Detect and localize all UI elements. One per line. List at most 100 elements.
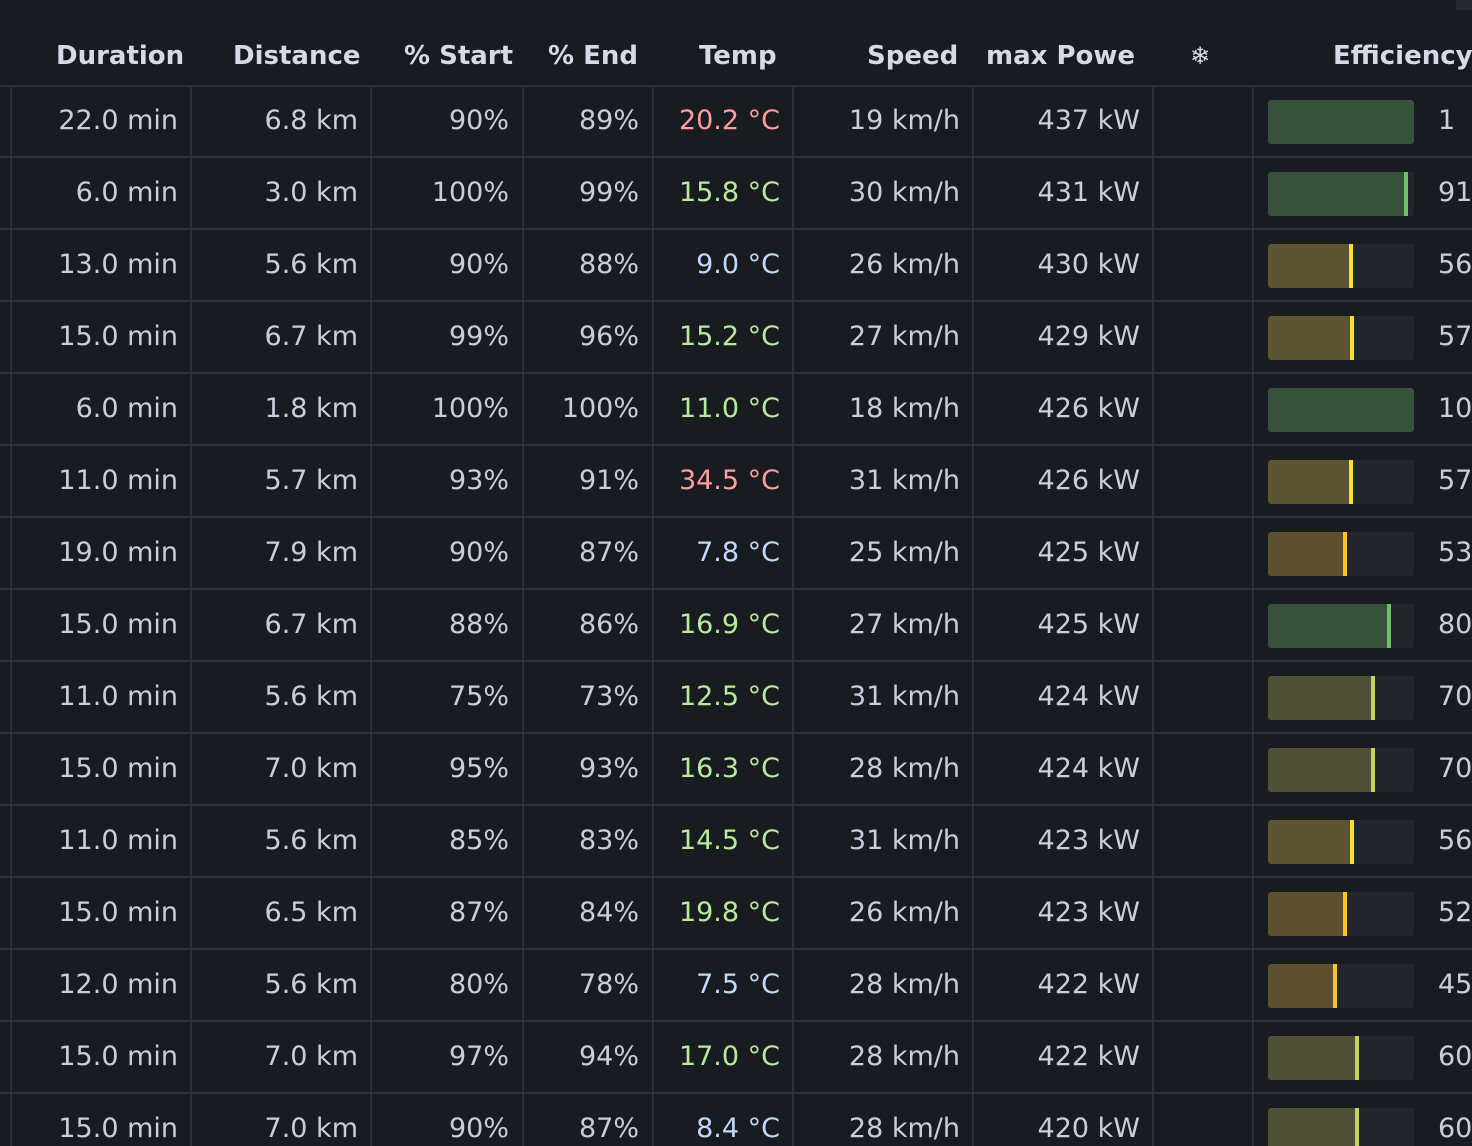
cell-speed: 26 km/h [792,878,973,948]
table-row[interactable]: 11.0 min 5.6 km 85% 83% 14.5 °C 31 km/h 423 kW… [0,806,1472,878]
efficiency-bar-fill [1268,172,1408,216]
efficiency-bar-fill [1268,1036,1359,1080]
table-row[interactable]: 15.0 min 7.0 km 95% 93% 16.3 °C 28 km/h 424 kW… [0,734,1472,806]
table-row[interactable]: 15.0 min 6.7 km 99% 96% 15.2 °C 27 km/h 429 kW… [0,302,1472,374]
cell-snow [1152,86,1253,156]
snowflake-icon[interactable]: ❄ [1152,28,1248,85]
header-distance[interactable]: Distance [233,28,361,85]
efficiency-bar [1268,676,1414,720]
cell-efficiency: 56. [1252,806,1472,876]
header-max-power[interactable]: max Power [986,28,1134,85]
cell-start: 100% [370,158,523,228]
cell-distance: 6.7 km [190,302,371,372]
cell-start: 87% [370,878,523,948]
efficiency-bar-fill [1268,604,1391,648]
cell-efficiency: 70. [1252,662,1472,732]
cell-max-power: 430 kW [972,230,1153,300]
cell-distance: 5.7 km [190,446,371,516]
table-row[interactable]: 13.0 min 5.6 km 90% 88% 9.0 °C 26 km/h 430 kW 5… [0,230,1472,302]
table-header: Duration Distance % Start % End Temp Spe… [0,28,1472,87]
table-row[interactable]: 22.0 min 6.8 km 90% 89% 20.2 °C 19 km/h 437 kW… [0,86,1472,158]
cell-snow [1152,374,1253,444]
cell-efficiency: 70 [1252,734,1472,804]
cell-duration: 12.0 min [10,950,191,1020]
cell-snow [1152,230,1253,300]
cell-start: 99% [370,302,523,372]
cell-speed: 28 km/h [792,950,973,1020]
cell-temp: 34.5 °C [652,446,793,516]
efficiency-bar [1268,1108,1414,1146]
cell-temp: 15.8 °C [652,158,793,228]
header-temp[interactable]: Temp [699,28,777,85]
cell-efficiency: 53. [1252,518,1472,588]
cell-max-power: 422 kW [972,950,1153,1020]
cell-temp: 9.0 °C [652,230,793,300]
header-duration[interactable]: Duration [56,28,184,85]
header-efficiency[interactable]: Efficiency [1333,28,1472,85]
header-start[interactable]: % Start [404,28,513,85]
cell-speed: 30 km/h [792,158,973,228]
efficiency-value: 57 [1438,321,1472,352]
cell-end: 100% [522,374,653,444]
table-row[interactable]: 15.0 min 7.0 km 90% 87% 8.4 °C 28 km/h 420 kW 6… [0,1094,1472,1146]
cell-snow [1152,662,1253,732]
cell-start: 97% [370,1022,523,1092]
efficiency-bar [1268,460,1414,504]
drives-table: Duration Distance % Start % End Temp Spe… [0,0,1472,1146]
cell-duration: 11.0 min [10,662,191,732]
efficiency-bar-fill [1268,820,1354,864]
efficiency-bar-fill [1268,316,1354,360]
cell-end: 73% [522,662,653,732]
cell-snow [1152,950,1253,1020]
cell-efficiency: 57 [1252,302,1472,372]
table-row[interactable]: 15.0 min 6.7 km 88% 86% 16.9 °C 27 km/h 425 kW… [0,590,1472,662]
cell-distance: 1.8 km [190,374,371,444]
table-row[interactable]: 11.0 min 5.6 km 75% 73% 12.5 °C 31 km/h 424 kW… [0,662,1472,734]
cell-speed: 28 km/h [792,1022,973,1092]
table-row[interactable]: 6.0 min 3.0 km 100% 99% 15.8 °C 30 km/h 431 kW… [0,158,1472,230]
cell-duration: 11.0 min [10,446,191,516]
cell-max-power: 426 kW [972,446,1153,516]
efficiency-bar [1268,820,1414,864]
table-row[interactable]: 11.0 min 5.7 km 93% 91% 34.5 °C 31 km/h 426 kW… [0,446,1472,518]
table-row[interactable]: 15.0 min 6.5 km 87% 84% 19.8 °C 26 km/h 423 kW… [0,878,1472,950]
cell-snow [1152,734,1253,804]
cell-duration: 15.0 min [10,734,191,804]
cell-distance: 5.6 km [190,806,371,876]
efficiency-bar-fill [1268,100,1414,144]
table-row[interactable]: 15.0 min 7.0 km 97% 94% 17.0 °C 28 km/h 422 kW… [0,1022,1472,1094]
cell-end: 86% [522,590,653,660]
header-end[interactable]: % End [548,28,638,85]
efficiency-bar-fill [1268,388,1414,432]
cell-end: 89% [522,86,653,156]
cell-temp: 7.8 °C [652,518,793,588]
cell-efficiency: 10 [1252,374,1472,444]
cell-temp: 11.0 °C [652,374,793,444]
efficiency-bar [1268,388,1414,432]
cell-max-power: 424 kW [972,734,1153,804]
cell-duration: 22.0 min [10,86,191,156]
efficiency-value: 10 [1438,393,1472,424]
header-speed[interactable]: Speed [867,28,958,85]
cell-temp: 16.9 °C [652,590,793,660]
cell-snow [1152,590,1253,660]
cell-distance: 5.6 km [190,230,371,300]
cell-speed: 26 km/h [792,230,973,300]
table-row[interactable]: 6.0 min 1.8 km 100% 100% 11.0 °C 18 km/h 426 k… [0,374,1472,446]
efficiency-bar-fill [1268,892,1347,936]
efficiency-value: 52. [1438,897,1472,928]
cell-duration: 15.0 min [10,590,191,660]
cell-temp: 8.4 °C [652,1094,793,1146]
efficiency-bar [1268,964,1414,1008]
cell-snow [1152,878,1253,948]
cell-end: 87% [522,518,653,588]
cell-max-power: 424 kW [972,662,1153,732]
cell-speed: 28 km/h [792,1094,973,1146]
cell-temp: 15.2 °C [652,302,793,372]
cell-distance: 7.0 km [190,1022,371,1092]
cell-snow [1152,302,1253,372]
table-row[interactable]: 19.0 min 7.9 km 90% 87% 7.8 °C 25 km/h 425 kW 5… [0,518,1472,590]
cell-start: 75% [370,662,523,732]
table-row[interactable]: 12.0 min 5.6 km 80% 78% 7.5 °C 28 km/h 422 kW 4… [0,950,1472,1022]
cell-max-power: 431 kW [972,158,1153,228]
